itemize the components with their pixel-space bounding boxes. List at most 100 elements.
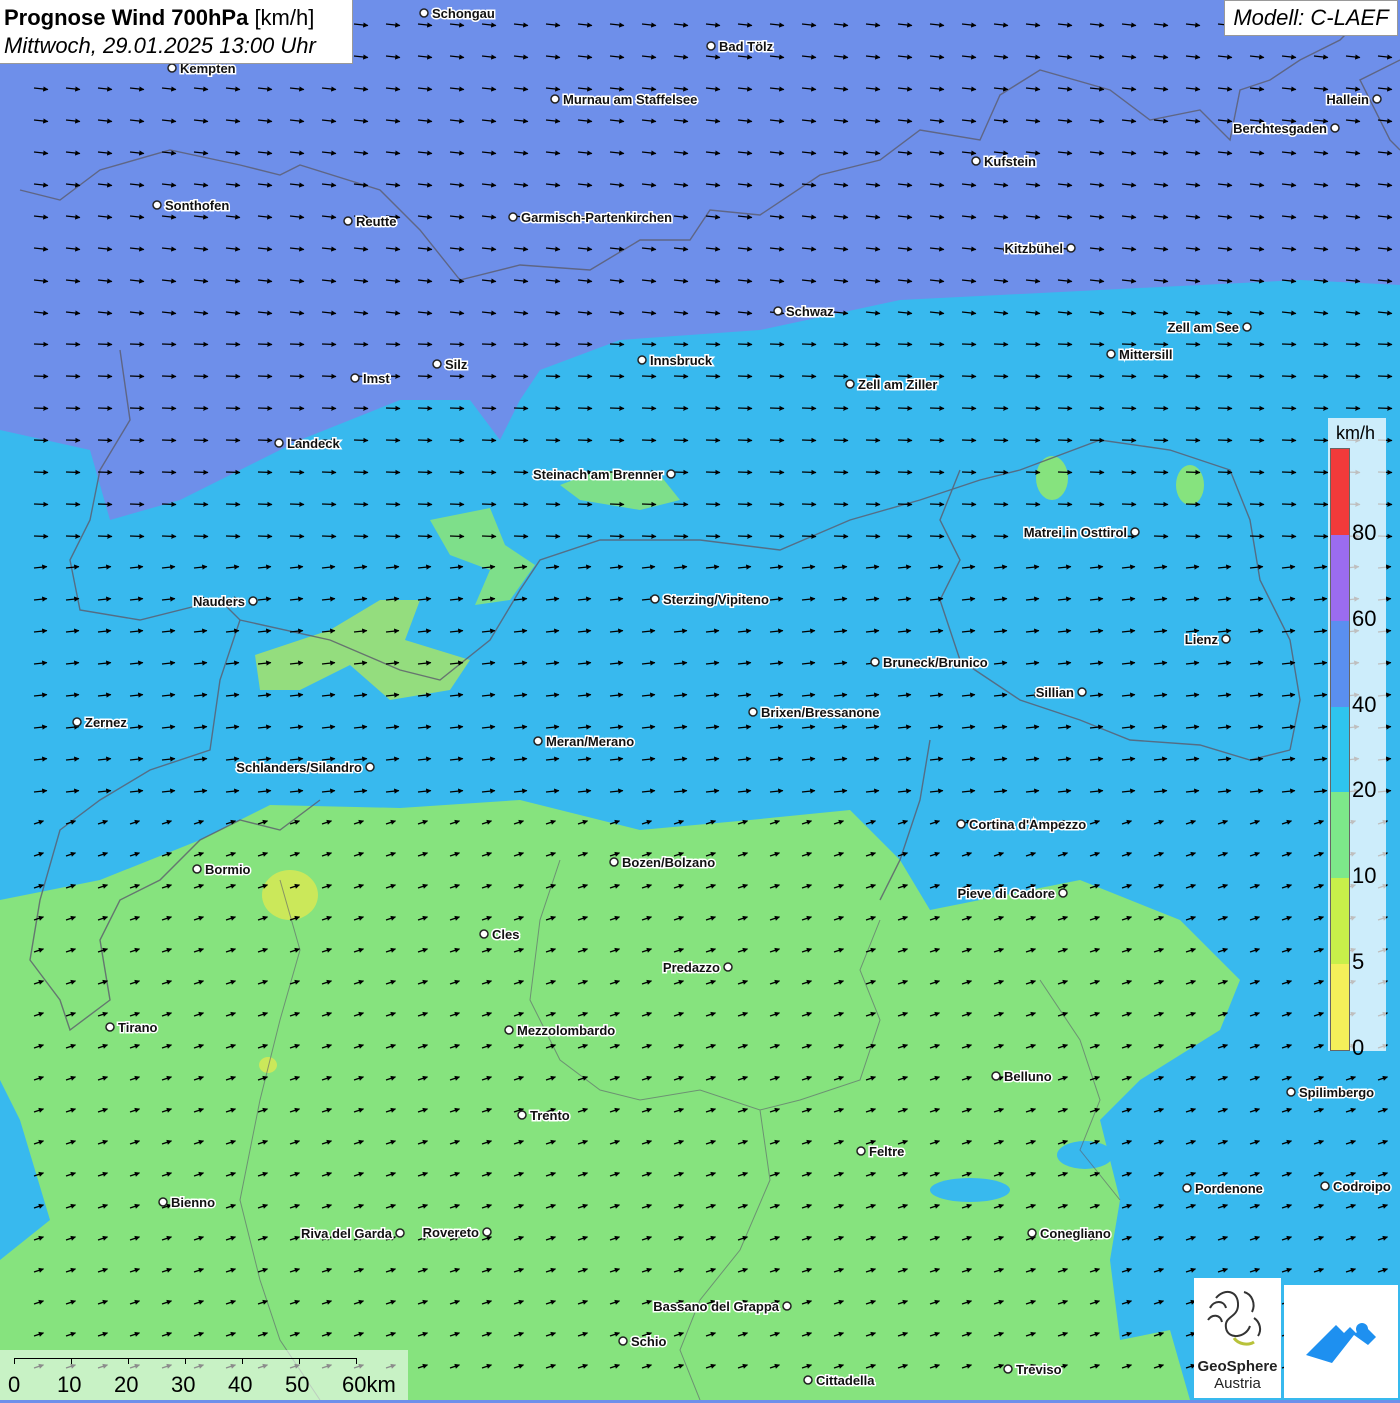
wind-arrow bbox=[993, 469, 1009, 475]
city-marker[interactable]: Pieve di Cadore bbox=[956, 885, 1068, 903]
legend-segment bbox=[1331, 792, 1349, 879]
wind-arrow bbox=[1185, 533, 1201, 539]
city-marker[interactable]: Matrei in Osttirol bbox=[1022, 524, 1140, 542]
city-marker[interactable]: Cortina d'Ampezzo bbox=[956, 816, 1088, 834]
wind-arrow bbox=[705, 469, 721, 475]
wind-arrow bbox=[1089, 373, 1105, 379]
wind-arrow bbox=[1313, 373, 1329, 379]
city-marker[interactable]: Brixen/Bressanone bbox=[748, 704, 881, 722]
city-marker[interactable]: Mezzolombardo bbox=[504, 1022, 617, 1040]
city-marker[interactable]: Garmisch-Partenkirchen bbox=[508, 209, 674, 227]
city-marker[interactable]: Meran/Merano bbox=[533, 733, 636, 751]
wind-arrow bbox=[1217, 341, 1233, 347]
wind-arrow bbox=[545, 373, 561, 379]
wind-arrow bbox=[417, 501, 433, 507]
city-marker[interactable]: Riva del Garda bbox=[299, 1225, 405, 1243]
wind-arrow bbox=[1217, 469, 1233, 475]
city-marker[interactable]: Zell am See bbox=[1166, 319, 1252, 337]
wind-arrow bbox=[97, 341, 113, 347]
wind-arrow bbox=[929, 341, 945, 347]
city-dot-icon bbox=[274, 438, 284, 448]
wind-arrow bbox=[673, 533, 689, 539]
wind-arrow bbox=[385, 341, 401, 347]
weather-app-logo[interactable] bbox=[1284, 1285, 1398, 1398]
wind-arrow bbox=[65, 469, 81, 475]
wind-arrow bbox=[801, 533, 817, 539]
wind-arrow bbox=[577, 405, 593, 411]
wind-arrow bbox=[641, 533, 657, 539]
wind-arrow bbox=[897, 341, 913, 347]
city-marker[interactable]: Schongau bbox=[419, 5, 496, 23]
legend-segment bbox=[1331, 620, 1349, 707]
wind-arrow bbox=[833, 469, 849, 475]
wind-arrow bbox=[769, 437, 785, 443]
geosphere-logo[interactable]: GeoSphere Austria bbox=[1194, 1278, 1281, 1398]
wind-arrow bbox=[1249, 373, 1265, 379]
wind-arrow bbox=[833, 437, 849, 443]
wind-arrow bbox=[257, 437, 273, 443]
city-dot-icon bbox=[1320, 1181, 1330, 1191]
city-dot-icon bbox=[1003, 1364, 1013, 1374]
city-label: Imst bbox=[363, 371, 390, 386]
wind-arrow bbox=[417, 405, 433, 411]
city-label: Schwaz bbox=[786, 304, 834, 319]
city-marker[interactable]: Zell am Ziller bbox=[845, 376, 939, 394]
wind-arrow bbox=[97, 437, 113, 443]
wind-arrow bbox=[737, 373, 753, 379]
legend-tick-label: 20 bbox=[1352, 777, 1377, 803]
wind-arrow bbox=[1313, 405, 1329, 411]
city-marker[interactable]: Sonthofen bbox=[152, 197, 231, 215]
wind-arrow bbox=[1313, 437, 1329, 443]
city-dot-icon bbox=[650, 594, 660, 604]
wind-arrow bbox=[545, 533, 561, 539]
wind-arrow bbox=[993, 533, 1009, 539]
wind-arrow bbox=[257, 341, 273, 347]
city-dot-icon bbox=[158, 1197, 168, 1207]
city-marker[interactable]: Bassano del Grappa bbox=[652, 1298, 792, 1316]
wind-arrow bbox=[129, 373, 145, 379]
city-marker[interactable]: Spilimbergo bbox=[1286, 1084, 1376, 1102]
wind-arrow bbox=[129, 533, 145, 539]
wind-arrow bbox=[833, 533, 849, 539]
wind-arrow bbox=[865, 501, 881, 507]
wind-arrow bbox=[801, 341, 817, 347]
wind-arrow bbox=[769, 373, 785, 379]
city-dot-icon bbox=[1286, 1087, 1296, 1097]
city-marker[interactable]: Bozen/Bolzano bbox=[609, 854, 717, 872]
wind-arrow bbox=[129, 437, 145, 443]
wind-arrow bbox=[513, 405, 529, 411]
wind-arrow bbox=[929, 533, 945, 539]
city-label: Bozen/Bolzano bbox=[622, 855, 715, 870]
city-marker[interactable]: Pordenone bbox=[1182, 1180, 1264, 1198]
wind-arrow bbox=[705, 405, 721, 411]
city-label: Pieve di Cadore bbox=[957, 886, 1055, 901]
wind-arrow bbox=[577, 373, 593, 379]
wind-arrow bbox=[865, 405, 881, 411]
wind-arrow bbox=[865, 533, 881, 539]
wind-arrow bbox=[225, 469, 241, 475]
wind-arrow bbox=[65, 405, 81, 411]
city-marker[interactable]: Murnau am Staffelsee bbox=[550, 91, 699, 109]
city-dot-icon bbox=[666, 469, 676, 479]
wind-arrow bbox=[801, 501, 817, 507]
wind-arrow bbox=[1313, 469, 1329, 475]
wind-arrow bbox=[513, 373, 529, 379]
city-marker[interactable]: Innsbruck bbox=[637, 352, 714, 370]
wind-arrow bbox=[737, 533, 753, 539]
wind-arrow bbox=[353, 405, 369, 411]
city-marker[interactable]: Bruneck/Brunico bbox=[870, 654, 989, 672]
city-marker[interactable]: Berchtesgaden bbox=[1232, 120, 1340, 138]
wind-arrow bbox=[481, 373, 497, 379]
wind-arrow bbox=[225, 341, 241, 347]
wind-arrow bbox=[609, 373, 625, 379]
city-label: Mittersill bbox=[1119, 347, 1172, 362]
city-marker[interactable]: Conegliano bbox=[1027, 1225, 1112, 1243]
city-marker[interactable]: Schlanders/Silandro bbox=[235, 759, 375, 777]
city-marker[interactable]: Steinach am Brenner bbox=[531, 466, 676, 484]
city-marker[interactable]: Sterzing/Vipiteno bbox=[650, 591, 770, 609]
wind-arrow bbox=[65, 501, 81, 507]
wind-arrow bbox=[129, 341, 145, 347]
wind-arrow bbox=[897, 469, 913, 475]
city-label: Treviso bbox=[1016, 1362, 1062, 1377]
wind-arrow bbox=[993, 373, 1009, 379]
